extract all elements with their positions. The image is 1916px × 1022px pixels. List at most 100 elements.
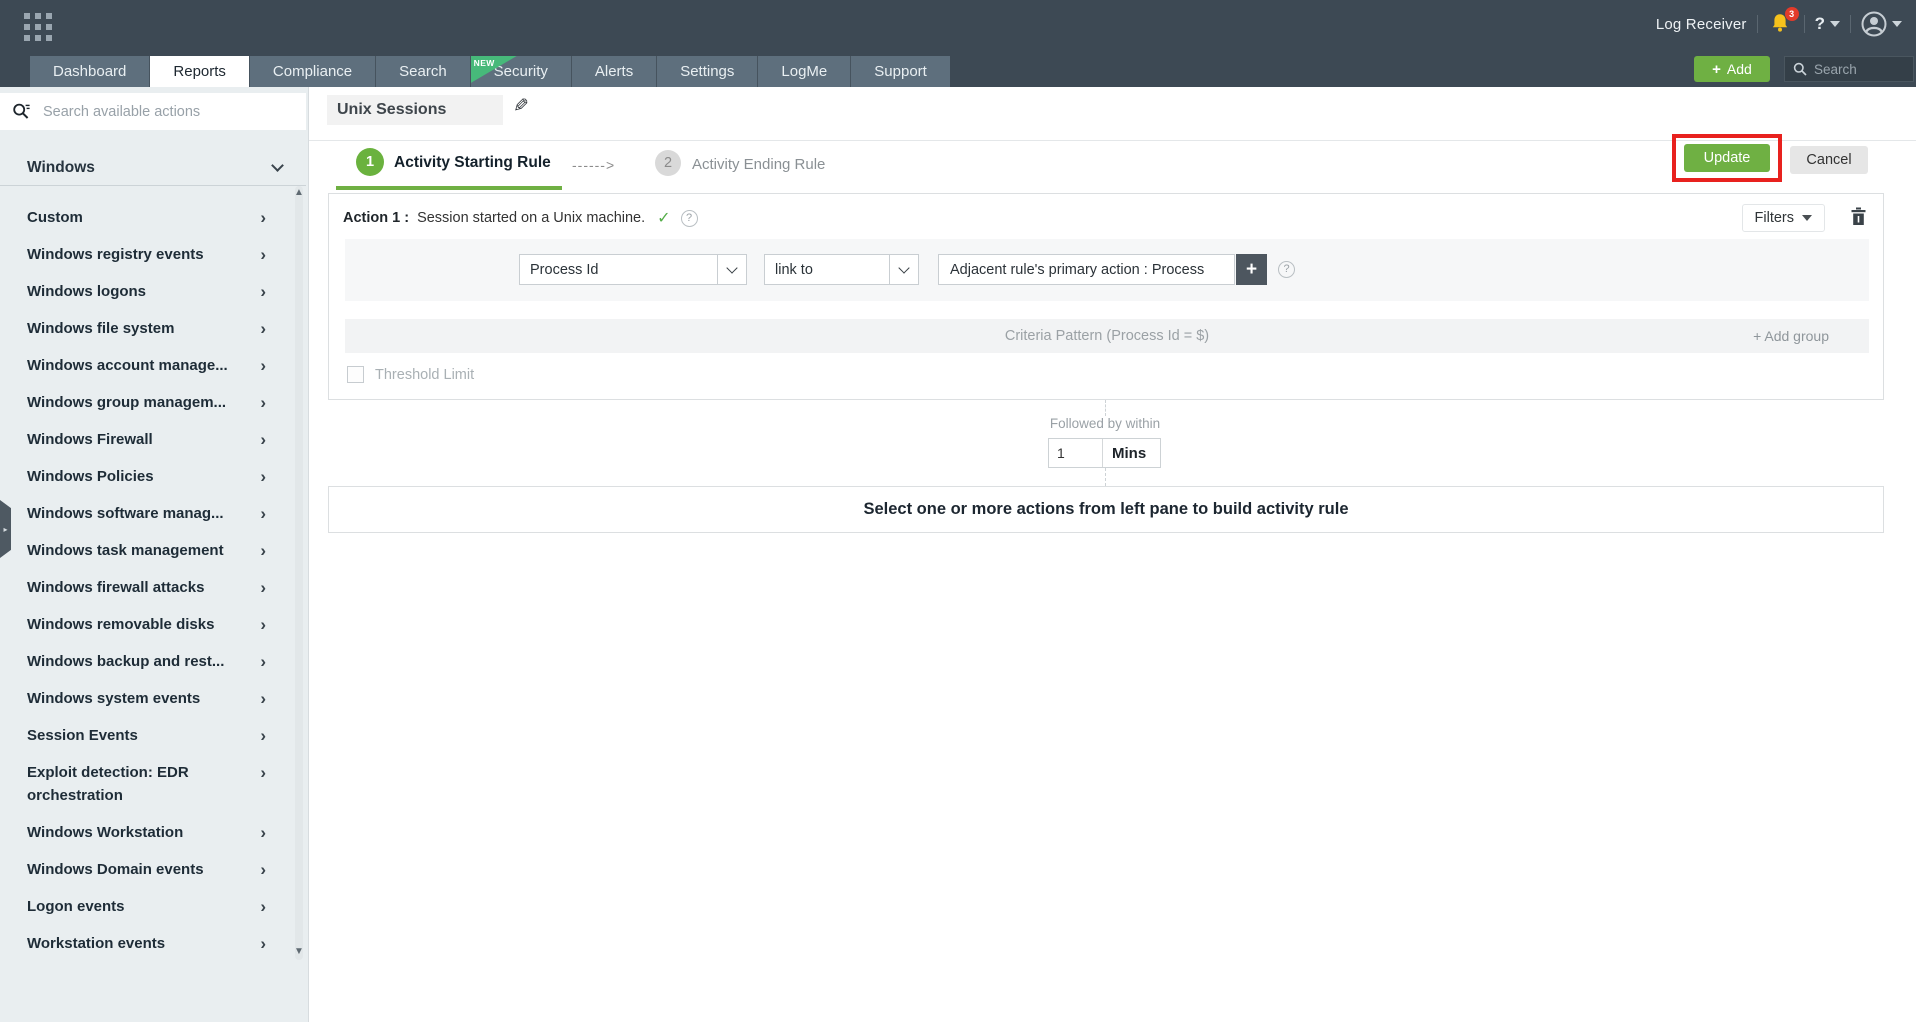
sidebar-item[interactable]: Custom › — [0, 199, 306, 236]
sidebar-scrollbar[interactable] — [295, 186, 303, 960]
chevron-right-icon: › — [260, 763, 266, 782]
value-field[interactable]: Adjacent rule's primary action : Process — [938, 254, 1235, 285]
tab-logme[interactable]: LogMe — [757, 56, 851, 87]
empty-rule-text: Select one or more actions from left pan… — [863, 500, 1349, 518]
sidebar-item[interactable]: Windows software manag... › — [0, 495, 306, 532]
tab-compliance[interactable]: Compliance — [248, 56, 376, 87]
panel-collapse-handle[interactable]: ▸ — [0, 500, 11, 558]
help-menu[interactable]: ? — [1815, 14, 1840, 34]
chevron-down-icon — [271, 159, 284, 172]
chevron-right-icon: › — [260, 541, 266, 560]
chevron-right-icon: › — [260, 897, 266, 916]
app-window: Log Receiver 3 ? Dashboard Reports Compl… — [0, 0, 1916, 1022]
chevron-right-icon: › — [260, 319, 266, 338]
cancel-button[interactable]: Cancel — [1790, 146, 1868, 174]
sidebar-item[interactable]: Session Events › — [0, 717, 306, 754]
threshold-label: Threshold Limit — [375, 366, 475, 383]
tab-reports[interactable]: Reports — [149, 56, 249, 87]
divider — [1850, 15, 1851, 33]
sidebar-item[interactable]: Exploit detection: EDR orchestration › — [0, 754, 306, 814]
global-search-input[interactable] — [1814, 61, 1904, 77]
followed-by-unit[interactable]: Mins — [1102, 439, 1160, 467]
sidebar-search-input[interactable] — [43, 103, 273, 120]
tab-dashboard[interactable]: Dashboard — [30, 56, 150, 87]
check-icon: ✓ — [657, 210, 671, 227]
add-group-button[interactable]: + Add group — [1753, 319, 1829, 353]
step-activity-starting-rule[interactable]: Activity Starting Rule — [394, 154, 551, 172]
update-button[interactable]: Update — [1684, 144, 1770, 172]
scroll-up-icon[interactable]: ▲ — [293, 187, 305, 199]
tab-support[interactable]: Support — [850, 56, 950, 87]
active-step-underline — [336, 186, 562, 190]
edit-pencil-icon[interactable]: ✎ — [513, 95, 529, 118]
action-label: Action 1 : — [343, 210, 410, 226]
sidebar-item[interactable]: Windows task management › — [0, 532, 306, 569]
field-select[interactable]: Process Id — [519, 254, 747, 285]
criteria-pattern-text: Criteria Pattern (Process Id = $) — [1004, 328, 1210, 344]
operator-select[interactable]: link to — [764, 254, 919, 285]
sidebar-item[interactable]: Windows Domain events › — [0, 851, 306, 888]
sidebar-item[interactable]: Windows Workstation › — [0, 814, 306, 851]
main-nav: Dashboard Reports Compliance Search NEW … — [30, 56, 950, 87]
chevron-right-icon: › — [260, 689, 266, 708]
criteria-pattern-bar: Criteria Pattern (Process Id = $) + Add … — [345, 319, 1869, 353]
sidebar-item[interactable]: Workstation events › — [0, 925, 306, 962]
filters-button[interactable]: Filters — [1741, 204, 1825, 232]
sidebar-item[interactable]: Windows firewall attacks › — [0, 569, 306, 606]
sidebar-item[interactable]: Windows removable disks › — [0, 606, 306, 643]
action-row: Action 1 : Session started on a Unix mac… — [343, 208, 698, 228]
sidebar-search — [0, 93, 306, 130]
threshold-limit-toggle[interactable]: Threshold Limit — [347, 366, 474, 383]
followed-by-value-input[interactable] — [1049, 439, 1102, 467]
sidebar-item[interactable]: Windows account manage... › — [0, 347, 306, 384]
sidebar-item[interactable]: Logon events › — [0, 888, 306, 925]
add-condition-button[interactable]: + — [1236, 254, 1267, 285]
sidebar-item[interactable]: Windows file system › — [0, 310, 306, 347]
tab-search[interactable]: Search — [375, 56, 470, 87]
sidebar-item[interactable]: Windows group managem... › — [0, 384, 306, 421]
sidebar-item[interactable]: Windows registry events › — [0, 236, 306, 273]
sidebar-item[interactable]: Windows Firewall › — [0, 421, 306, 458]
chevron-right-icon: › — [260, 245, 266, 264]
tab-alerts[interactable]: Alerts — [570, 56, 657, 87]
chevron-right-icon: › — [260, 615, 266, 634]
caret-down-icon — [1802, 215, 1812, 221]
sidebar-group-windows[interactable]: Windows — [0, 150, 306, 186]
activity-rule-card: Action 1 : Session started on a Unix mac… — [328, 193, 1884, 400]
chevron-right-icon: › — [260, 578, 266, 597]
sidebar-item[interactable]: Windows Policies › — [0, 458, 306, 495]
tab-settings[interactable]: Settings — [656, 56, 758, 87]
sidebar-item[interactable]: Windows logons › — [0, 273, 306, 310]
sidebar-item[interactable]: Windows backup and rest... › — [0, 643, 306, 680]
empty-rule-card: Select one or more actions from left pan… — [328, 486, 1884, 533]
main-content: ✎ 1 Activity Starting Rule ------> 2 Act… — [309, 87, 1916, 1022]
caret-down-icon — [1830, 21, 1840, 27]
chevron-right-icon: › — [260, 430, 266, 449]
apps-grid-icon[interactable] — [24, 13, 56, 45]
step-activity-ending-rule[interactable]: Activity Ending Rule — [692, 156, 825, 173]
tab-security[interactable]: NEW Security — [469, 56, 571, 87]
connector-line — [1105, 468, 1106, 486]
sidebar-action-list: Custom › Windows registry events › Windo… — [0, 199, 306, 962]
help-icon[interactable]: ? — [680, 209, 698, 227]
scroll-down-icon[interactable]: ▼ — [293, 946, 305, 958]
caret-down-icon — [1892, 21, 1902, 27]
chevron-right-icon: › — [260, 652, 266, 671]
plus-icon: + — [1712, 60, 1721, 78]
chevron-right-icon: › — [260, 504, 266, 523]
delete-action-button[interactable] — [1850, 207, 1867, 229]
collapse-arrow-icon: ▸ — [3, 524, 8, 534]
sidebar-item[interactable]: Windows system events › — [0, 680, 306, 717]
chevron-right-icon: › — [260, 208, 266, 227]
add-button[interactable]: + Add — [1694, 56, 1770, 82]
followed-by-control: Mins — [1048, 438, 1161, 468]
step-1-circle: 1 — [356, 148, 384, 176]
help-icon[interactable]: ? — [1278, 261, 1295, 278]
trash-icon — [1851, 207, 1866, 225]
avatar-icon — [1861, 11, 1887, 37]
chevron-right-icon: › — [260, 860, 266, 879]
notification-bell-icon[interactable]: 3 — [1768, 7, 1799, 37]
report-title-input[interactable] — [327, 95, 503, 125]
threshold-checkbox[interactable] — [347, 366, 364, 383]
user-menu[interactable] — [1861, 11, 1902, 37]
